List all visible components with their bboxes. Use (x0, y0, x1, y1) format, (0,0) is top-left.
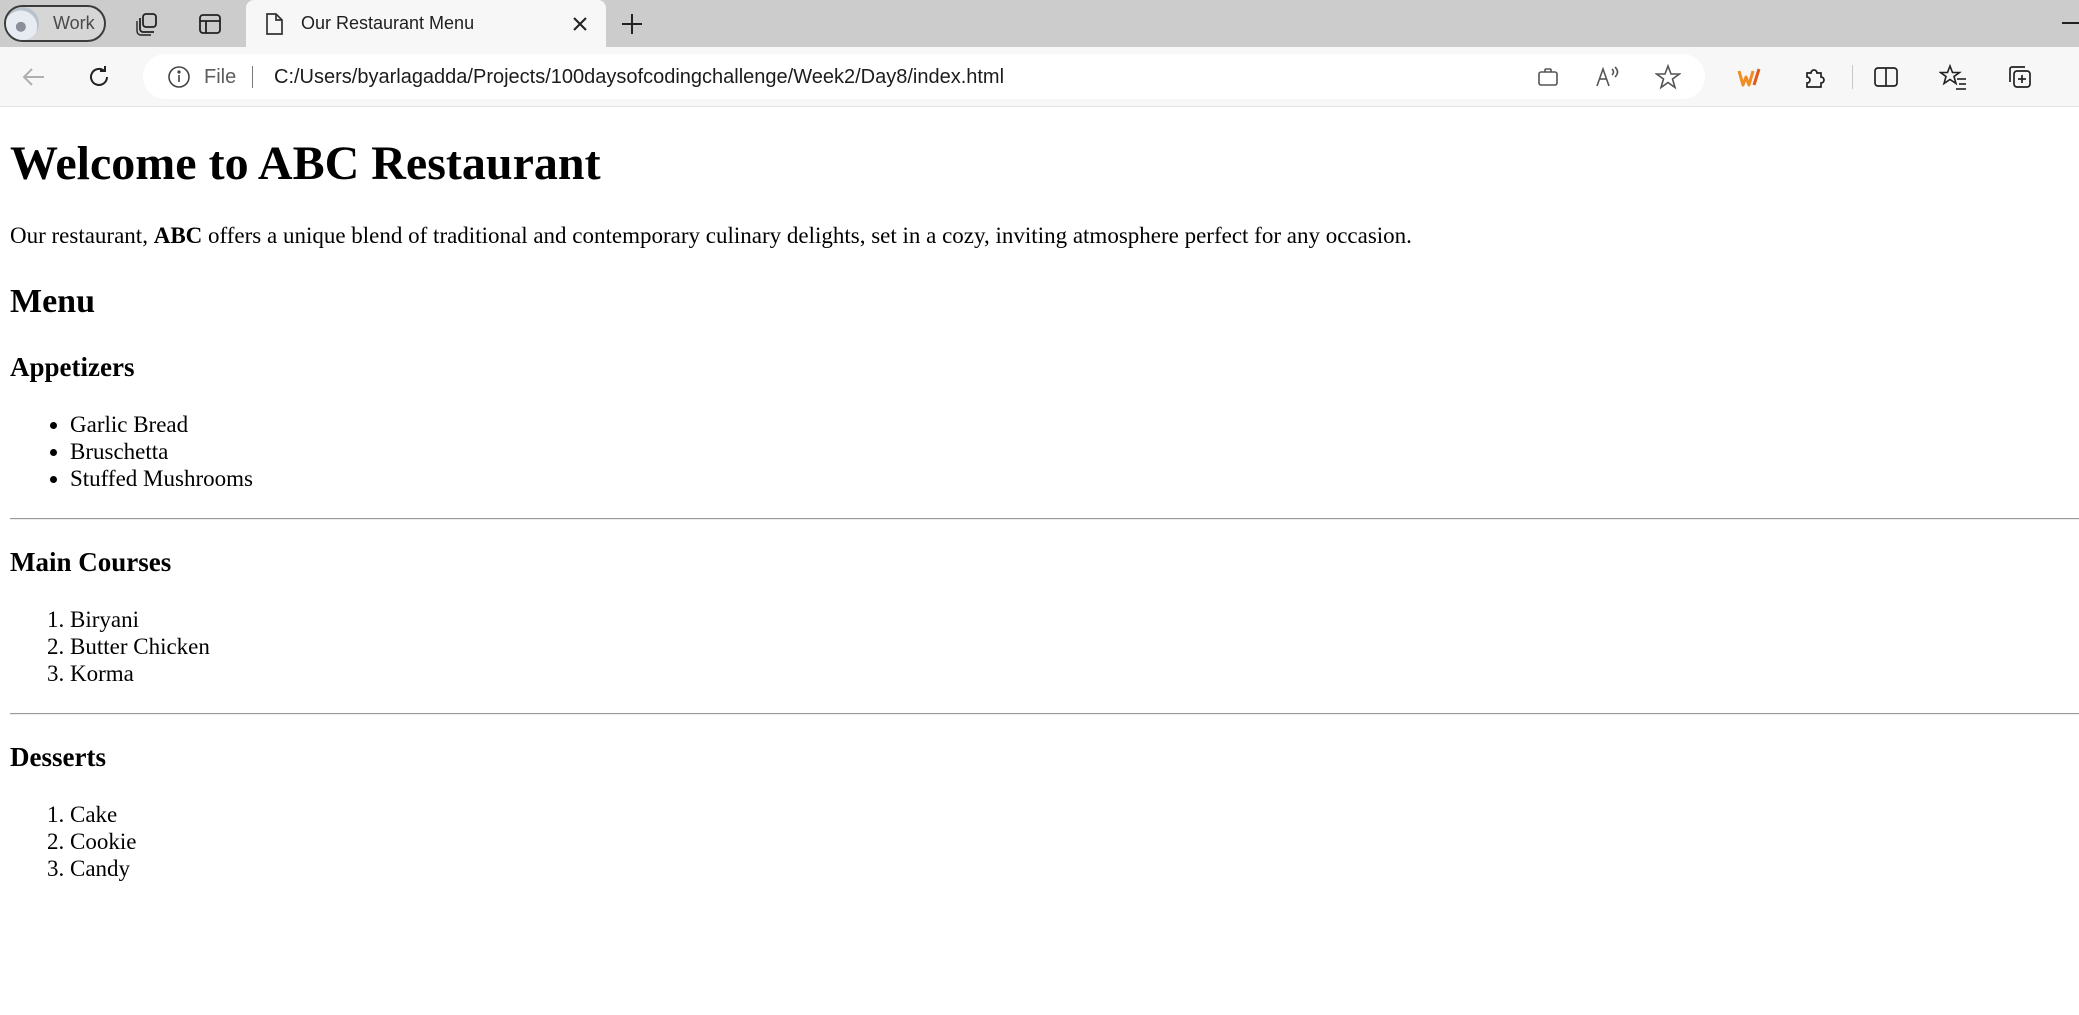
toolbar: File C:/Users/byarlagadda/Projects/100da… (0, 47, 2079, 107)
section-divider (10, 518, 2079, 520)
plus-icon[interactable] (618, 10, 646, 38)
desserts-heading: Desserts (10, 742, 106, 772)
intro-text-end: offers a unique blend of traditional and… (202, 223, 1412, 248)
desserts-list: Cake Cookie Candy (10, 801, 136, 882)
info-icon[interactable] (167, 65, 191, 94)
document-icon (264, 12, 284, 41)
list-item: Butter Chicken (70, 633, 210, 660)
menu-heading: Menu (10, 283, 95, 320)
address-separator (252, 66, 253, 88)
favorites-icon[interactable] (1937, 61, 1969, 93)
profile-button[interactable]: Work (4, 5, 106, 42)
workspaces-icon[interactable] (134, 10, 162, 38)
refresh-icon[interactable] (83, 61, 115, 93)
split-screen-icon[interactable] (1870, 61, 1902, 93)
back-arrow-icon[interactable] (18, 61, 50, 93)
list-item: Candy (70, 855, 136, 882)
restaurant-name: ABC (153, 223, 203, 248)
collections-icon[interactable] (2004, 61, 2036, 93)
star-icon[interactable] (1654, 63, 1682, 91)
site-scheme-label[interactable]: File (204, 66, 236, 89)
tab-actions-icon[interactable] (196, 10, 224, 38)
app-available-icon[interactable] (1534, 63, 1562, 91)
list-item: Garlic Bread (70, 411, 253, 438)
appetizers-heading: Appetizers (10, 352, 135, 382)
toolbar-divider (1852, 65, 1853, 89)
close-icon[interactable] (568, 12, 592, 36)
list-item: Cookie (70, 828, 136, 855)
profile-label: Work (53, 13, 95, 33)
puzzle-icon[interactable] (1800, 61, 1832, 93)
section-divider (10, 713, 2079, 715)
tab-title: Our Restaurant Menu (301, 13, 475, 33)
read-aloud-icon[interactable] (1594, 63, 1622, 91)
minimize-button[interactable] (2062, 22, 2079, 24)
main-courses-list: Biryani Butter Chicken Korma (10, 606, 210, 687)
list-item: Biryani (70, 606, 210, 633)
brand-extension-icon[interactable] (1733, 61, 1765, 93)
url-text[interactable]: C:/Users/byarlagadda/Projects/100daysofc… (274, 66, 1004, 89)
page-title: Welcome to ABC Restaurant (10, 137, 601, 190)
list-item: Stuffed Mushrooms (70, 465, 253, 492)
address-bar[interactable]: File C:/Users/byarlagadda/Projects/100da… (143, 54, 1705, 99)
tab-strip: Work Our Restaurant Menu (0, 0, 2079, 48)
avatar (6, 7, 39, 40)
main-courses-heading: Main Courses (10, 547, 172, 577)
list-item: Bruschetta (70, 438, 253, 465)
list-item: Cake (70, 801, 136, 828)
intro-paragraph: Our restaurant, ABC offers a unique blen… (10, 223, 1412, 249)
list-item: Korma (70, 660, 210, 687)
intro-text-start: Our restaurant, (10, 223, 154, 248)
appetizers-list: Garlic Bread Bruschetta Stuffed Mushroom… (10, 411, 253, 492)
tab-our-restaurant-menu[interactable]: Our Restaurant Menu (246, 0, 606, 48)
